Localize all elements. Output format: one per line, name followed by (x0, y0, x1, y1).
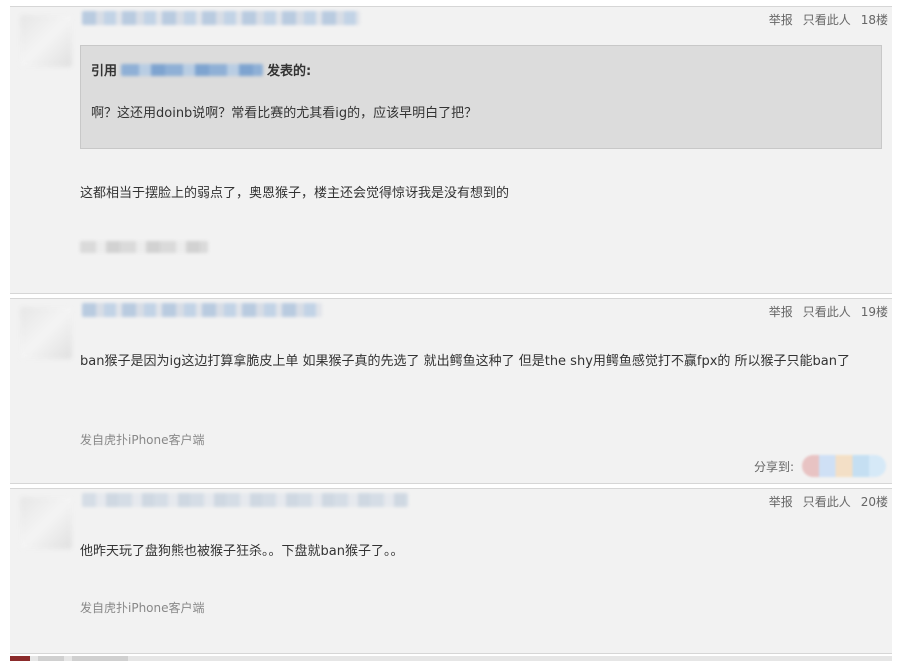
post-18: 举报 只看此人 18楼 引用 发表的: 啊？这还用doinb说啊？常看比赛的尤其… (10, 6, 892, 294)
floor-number: 20楼 (860, 495, 888, 509)
share-label: 分享到: (753, 459, 794, 474)
username-blurred[interactable] (82, 303, 322, 317)
post-source: 发自虎扑iPhone客户端 (80, 601, 205, 615)
quote-suffix: 发表的: (267, 64, 312, 79)
only-this-user-link[interactable]: 只看此人 (803, 493, 851, 510)
username-blurred[interactable] (82, 493, 408, 507)
quote-prefix: 引用 (91, 64, 118, 79)
quote-header: 引用 发表的: (91, 60, 311, 79)
post-20: 举报 只看此人 20楼 他昨天玩了盘狗熊也被猴子狂杀。。下盘就ban猴子了。。 … (10, 488, 892, 654)
source-blurred (80, 241, 208, 253)
bottom-strip-accent (10, 656, 30, 661)
quote-block: 引用 发表的: 啊？这还用doinb说啊？常看比赛的尤其看ig的，应该早明白了把… (80, 45, 882, 149)
quoted-username-blurred[interactable] (121, 63, 264, 76)
share-bar: 分享到: (754, 455, 886, 477)
bottom-strip-segment (72, 656, 128, 661)
avatar[interactable] (20, 307, 72, 359)
avatar[interactable] (20, 15, 72, 67)
post-meta: 举报 只看此人 20楼 (769, 493, 888, 510)
floor-number: 19楼 (860, 305, 888, 319)
post-body: 这都相当于摆脸上的弱点了，奥恩猴子，楼主还会觉得惊讶我是没有想到的 (80, 186, 510, 201)
post-meta: 举报 只看此人 19楼 (769, 303, 888, 320)
quote-text: 啊？这还用doinb说啊？常看比赛的尤其看ig的，应该早明白了把？ (91, 106, 478, 121)
report-link[interactable]: 举报 (769, 11, 793, 28)
share-icons[interactable] (802, 455, 886, 477)
floor-number: 18楼 (860, 13, 888, 27)
post-source: 发自虎扑iPhone客户端 (80, 433, 205, 447)
username-blurred[interactable] (82, 11, 360, 25)
post-meta: 举报 只看此人 18楼 (769, 11, 888, 28)
only-this-user-link[interactable]: 只看此人 (803, 11, 851, 28)
report-link[interactable]: 举报 (769, 303, 793, 320)
report-link[interactable]: 举报 (769, 493, 793, 510)
post-body: ban猴子是因为ig这边打算拿脆皮上单 如果猴子真的先选了 就出鳄鱼这种了 但是… (80, 354, 851, 369)
post-19: 举报 只看此人 19楼 ban猴子是因为ig这边打算拿脆皮上单 如果猴子真的先选… (10, 298, 892, 484)
post-body: 他昨天玩了盘狗熊也被猴子狂杀。。下盘就ban猴子了。。 (80, 544, 404, 559)
bottom-strip-segment (38, 656, 64, 661)
bottom-strip (10, 656, 892, 661)
only-this-user-link[interactable]: 只看此人 (803, 303, 851, 320)
avatar[interactable] (20, 497, 72, 549)
